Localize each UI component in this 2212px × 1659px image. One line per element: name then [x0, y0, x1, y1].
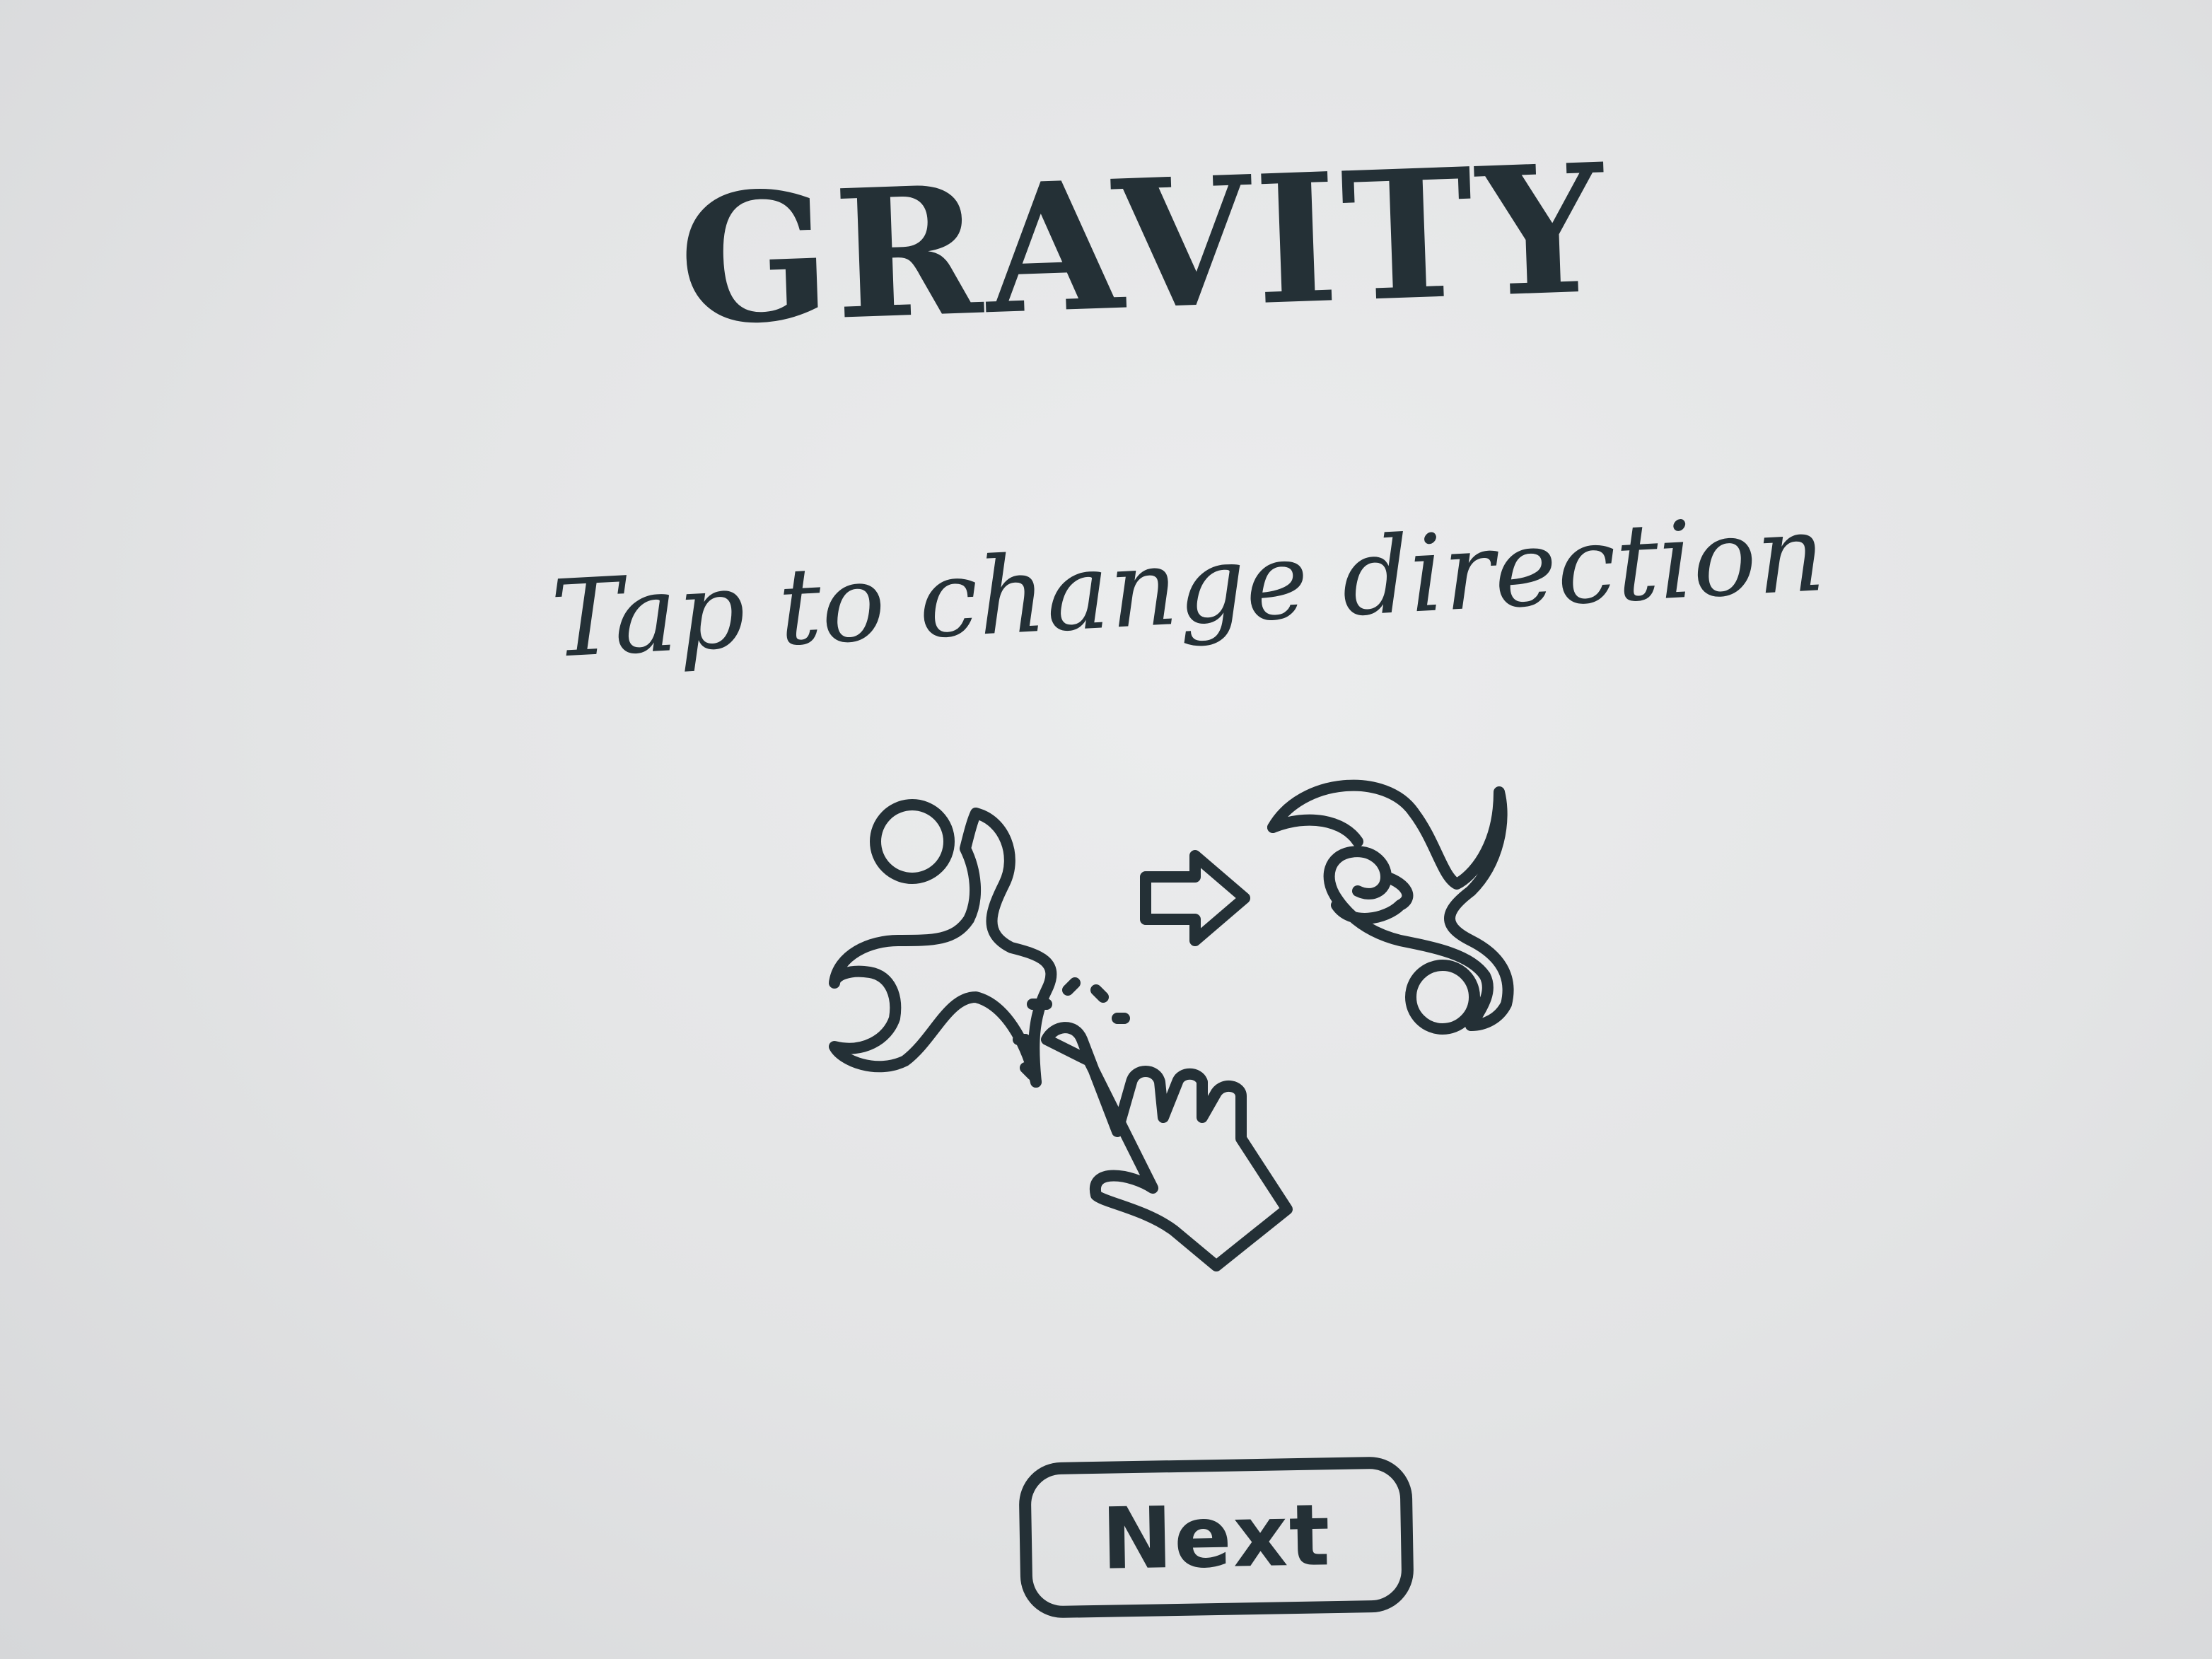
game-tutorial-screen: GRAVITY Tap to change direction Next	[0, 0, 2212, 1659]
next-button[interactable]: Next	[1018, 1456, 1414, 1619]
character-flipped-icon	[1267, 779, 1514, 1035]
arrow-right-icon	[1140, 850, 1250, 946]
tutorial-illustration	[764, 707, 1626, 1315]
game-title: GRAVITY	[675, 124, 1612, 365]
next-button-label: Next	[1100, 1486, 1332, 1589]
instruction-text: Tap to change direction	[548, 491, 1828, 682]
tap-hand-icon	[1013, 977, 1293, 1271]
